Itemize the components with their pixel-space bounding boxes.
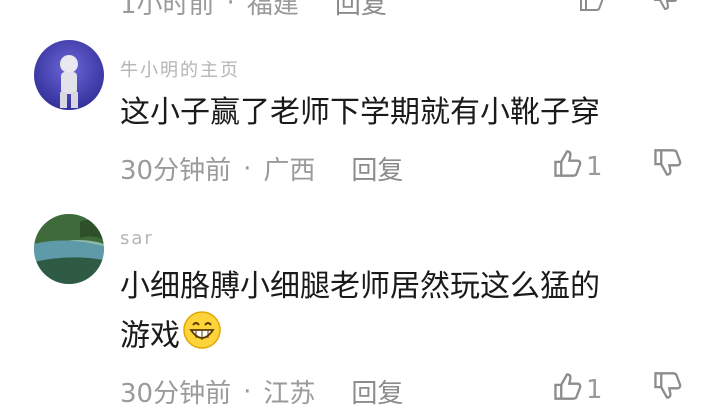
username[interactable]: sar (120, 228, 154, 249)
comment-text-line-2: 游戏 (120, 310, 600, 364)
dislike-button[interactable] (652, 148, 682, 185)
like-button[interactable]: 1 (552, 148, 603, 185)
comment-time: 30分钟前 (120, 156, 232, 186)
reply-button[interactable]: 回复 (351, 373, 403, 410)
like-count: 1 (586, 151, 603, 182)
avatar[interactable] (34, 214, 104, 284)
top-dislike[interactable] (652, 0, 678, 19)
dislike-button[interactable] (652, 371, 682, 408)
avatar[interactable] (34, 40, 104, 110)
like-count: 1 (586, 374, 603, 405)
thumbs-down-icon[interactable] (652, 0, 678, 19)
comment-time: 1小时前 (120, 0, 215, 20)
comment-time: 30分钟前 (120, 379, 232, 409)
thumbs-down-icon (652, 371, 682, 408)
separator-dot: · (243, 376, 252, 407)
separator-dot: · (226, 0, 235, 18)
grinning-emoji-icon (182, 310, 222, 364)
comment-text: 这小子赢了老师下学期就有小靴子穿 (120, 95, 600, 130)
top-comment-meta: 1小时前 · 福建 回复 (120, 0, 387, 21)
comment-meta: 30分钟前 · 广西 回复 (120, 150, 403, 187)
comment-meta: 30分钟前 · 江苏 回复 (120, 373, 403, 410)
thumbs-down-icon (652, 148, 682, 185)
comment-text-line: 小细胳膊小细腿老师居然玩这么猛的 (120, 269, 600, 304)
thumbs-up-icon (552, 148, 582, 185)
reply-button[interactable]: 回复 (335, 0, 387, 21)
comment-text-line: 游戏 (120, 318, 180, 354)
separator-dot: · (243, 153, 252, 184)
comment-location: 江苏 (263, 379, 316, 409)
comment-location: 福建 (246, 0, 299, 20)
reply-button[interactable]: 回复 (351, 150, 403, 187)
thumbs-up-icon[interactable] (578, 0, 604, 19)
comment-text: 小细胳膊小细腿老师居然玩这么猛的 游戏 (120, 264, 600, 364)
thumbs-up-icon (552, 371, 582, 408)
top-like[interactable] (578, 0, 604, 19)
like-button[interactable]: 1 (552, 371, 603, 408)
comment-location: 广西 (263, 156, 316, 186)
username[interactable]: 牛小明的主页 (120, 56, 240, 82)
